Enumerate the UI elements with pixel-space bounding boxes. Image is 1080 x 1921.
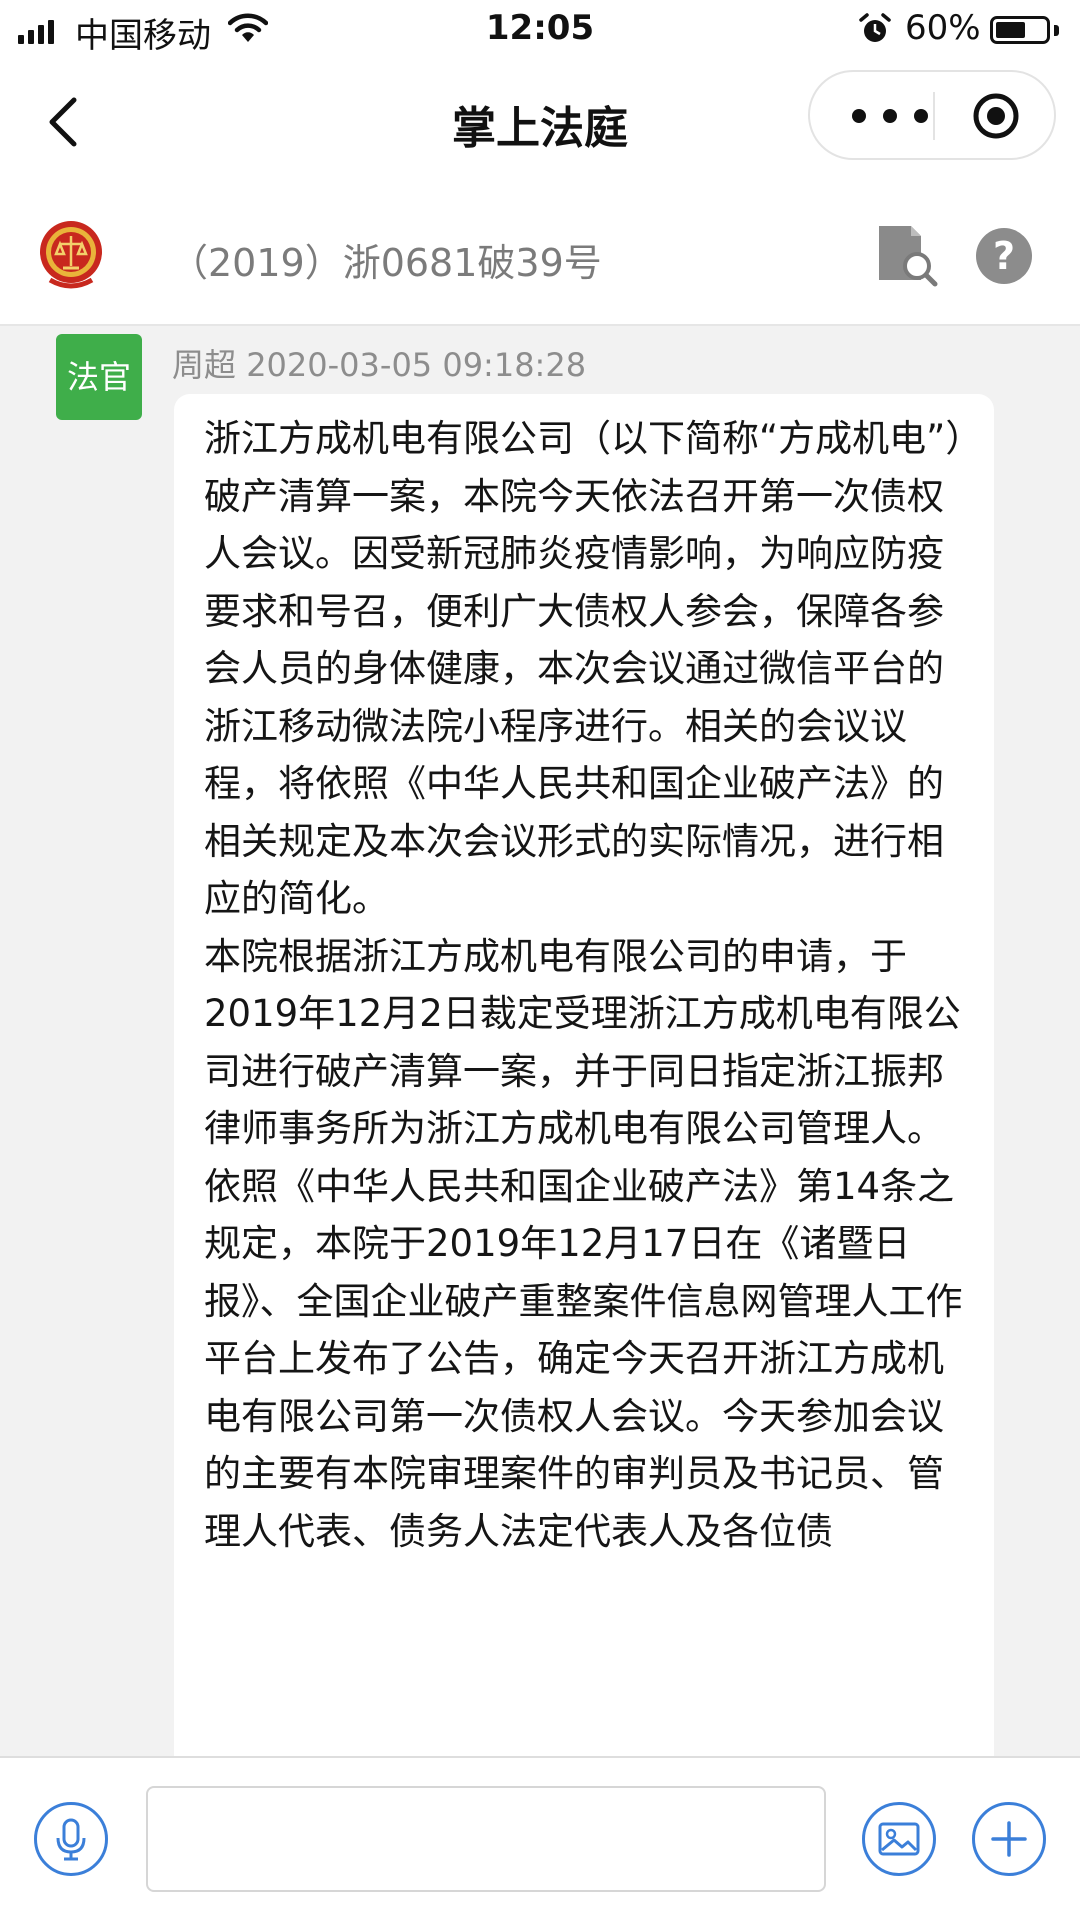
message-timestamp: 2020-03-05 09:18:28 [246, 346, 587, 384]
mini-program-capsule [808, 70, 1056, 160]
more-dot [883, 109, 897, 123]
input-bar [0, 1756, 1080, 1921]
document-search-button[interactable] [875, 222, 941, 288]
message-bubble: 浙江方成机电有限公司（以下简称“方成机电”）破产清算一案，本院今天依法召开第一次… [174, 394, 994, 1756]
message-input[interactable] [146, 1786, 826, 1892]
add-button[interactable] [972, 1802, 1046, 1876]
case-header: （2019）浙0681破39号 ? [0, 200, 1080, 326]
capsule-divider [933, 92, 935, 140]
chat-area[interactable]: 法官 周超 2020-03-05 09:18:28 浙江方成机电有限公司（以下简… [0, 326, 1080, 1756]
document-search-icon [879, 226, 938, 287]
target-close-icon [973, 93, 1019, 139]
message-meta: 周超 2020-03-05 09:18:28 [172, 340, 586, 386]
battery-nub [1054, 25, 1059, 36]
case-number: （2019）浙0681破39号 [170, 241, 602, 285]
close-mini-program-button[interactable] [972, 92, 1020, 140]
more-dot [914, 109, 928, 123]
court-emblem-icon [38, 216, 104, 292]
help-icon[interactable]: ? [976, 228, 1032, 284]
message-paragraph: 本院根据浙江方成机电有限公司的申请，于2019年12月2日裁定受理浙江方成机电有… [204, 934, 961, 1151]
image-button[interactable] [862, 1802, 936, 1876]
alarm-icon [858, 12, 892, 50]
sender-name: 周超 [172, 346, 237, 384]
battery-level [996, 22, 1025, 38]
microphone-icon [56, 1818, 86, 1861]
battery-percent: 60% [905, 8, 981, 48]
image-icon [878, 1822, 920, 1856]
message-paragraph: 依照《中华人民共和国企业破产法》第14条之规定，本院于2019年12月17日在《… [204, 1164, 963, 1553]
voice-button[interactable] [34, 1802, 108, 1876]
plus-icon [991, 1821, 1027, 1857]
message-paragraph: 浙江方成机电有限公司（以下简称“方成机电”）破产清算一案，本院今天依法召开第一次… [204, 417, 964, 920]
avatar: 法官 [56, 334, 142, 420]
more-button[interactable] [852, 98, 928, 134]
status-bar: 中国移动 12:05 60% [0, 0, 1080, 62]
more-dots-icon [852, 109, 866, 123]
battery-icon [990, 16, 1050, 44]
nav-bar: 掌上法庭 [0, 62, 1080, 182]
